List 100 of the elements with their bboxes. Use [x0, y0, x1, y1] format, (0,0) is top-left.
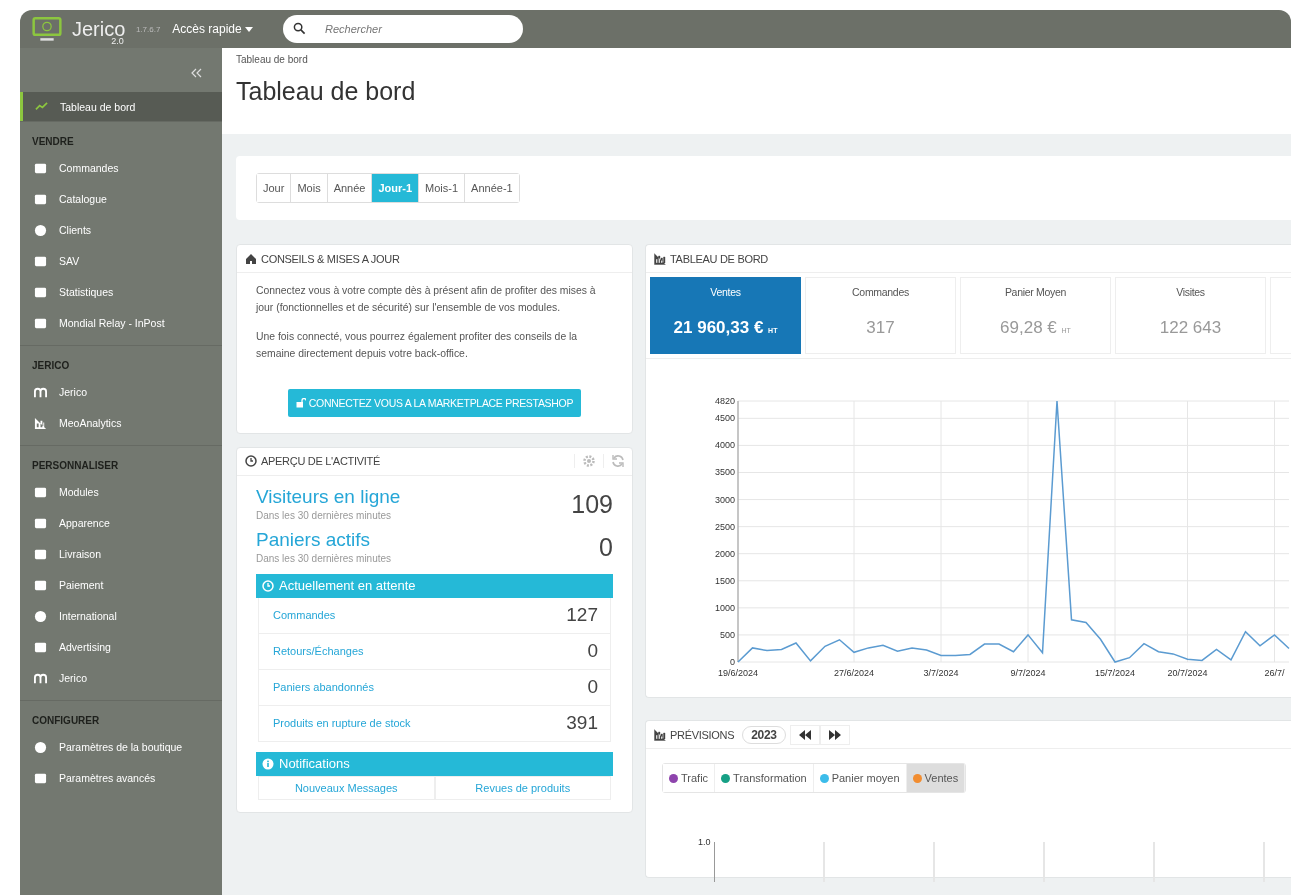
search-icon	[293, 22, 307, 35]
tips-paragraph: Une fois connecté, vous pourrez également profiter des conseils de la semaine directement depuis votre back-office.	[256, 330, 579, 361]
sidebar-item[interactable]: Mondial Relay - InPost	[20, 308, 222, 339]
panel-title: APERÇU DE L'ACTIVITÉ	[261, 455, 380, 468]
quick-access-menu[interactable]: Accès rapide	[172, 22, 254, 36]
y-tick-label: 3000	[714, 494, 735, 505]
info-icon	[262, 757, 274, 770]
y-tick-label: 1500	[714, 575, 735, 586]
double-left-icon	[798, 729, 811, 740]
pending-count: 391	[566, 712, 598, 735]
y-tick-label: 4000	[714, 440, 735, 451]
kpi-tile[interactable]: Visites 122 643	[1115, 277, 1266, 354]
unlock-icon	[295, 397, 306, 408]
sidebar-item[interactable]: Paiement	[20, 570, 222, 601]
stat-caption: Dans les 30 dernières minutes	[256, 552, 392, 564]
house-icon	[245, 252, 257, 265]
sidebar-item[interactable]: Jerico	[20, 377, 222, 408]
next-button[interactable]	[819, 724, 850, 745]
sidebar-item[interactable]: Livraison	[20, 539, 222, 570]
section-heading: VENDRE	[31, 136, 75, 147]
y-tick-label: 1.0	[698, 837, 711, 847]
clock-icon	[262, 579, 274, 592]
kpi-label: Commandes	[851, 286, 910, 298]
y-tick-label: 3500	[714, 467, 735, 478]
y-tick-label: 4820	[714, 396, 735, 406]
sidebar-item[interactable]: Apparence	[20, 508, 222, 539]
pending-count: 0	[587, 640, 598, 663]
period-button[interactable]: Jour-1	[372, 174, 420, 202]
sidebar-item[interactable]: Jerico	[20, 663, 222, 694]
section-heading: CONFIGURER	[31, 715, 101, 726]
panel-title: CONSEILS & MISES A JOUR	[261, 252, 400, 265]
y-tick-label: 500	[719, 629, 735, 640]
sidebar-item[interactable]: Statistiques	[20, 277, 222, 308]
double-right-icon	[828, 729, 841, 740]
search-field[interactable]: Rechercher	[283, 15, 524, 43]
y-tick-label: 1000	[714, 602, 735, 613]
x-tick-label: 15/7/2024	[1095, 668, 1135, 678]
panel-title: PRÉVISIONS	[670, 728, 735, 741]
pending-link[interactable]: Retours/Échanges	[273, 645, 364, 658]
stat-caption: Dans les 30 dernières minutes	[256, 509, 393, 521]
y-tick-label: 0	[730, 657, 735, 667]
pending-count: 0	[587, 676, 598, 699]
collapse-icon[interactable]	[190, 68, 202, 78]
kpi-tile[interactable]: Commandes 317	[805, 277, 956, 354]
section-title: Notifications	[279, 756, 350, 772]
pending-link[interactable]: Paniers abandonnés	[273, 681, 374, 694]
bar-chart-icon	[654, 728, 666, 741]
sidebar-item[interactable]: Tableau de bord	[20, 92, 222, 121]
sidebar-item[interactable]: International	[20, 601, 222, 632]
sidebar-item[interactable]: Paramètres de la boutique	[20, 732, 222, 763]
marketplace-button[interactable]: CONNECTEZ VOUS A LA MARKETPLACE PRESTASHOP	[287, 388, 582, 417]
sidebar-item[interactable]: Commandes	[20, 153, 222, 184]
section-heading: PERSONNALISER	[31, 460, 120, 471]
stat-label[interactable]: Visiteurs en ligne	[256, 485, 401, 508]
caret-icon	[245, 27, 254, 33]
notification-tab[interactable]: Nouveaux Messages	[258, 775, 435, 800]
x-tick-label: 26/7/	[1264, 668, 1285, 678]
pending-link[interactable]: Commandes	[273, 609, 336, 622]
x-tick-label: 19/6/2024	[718, 668, 758, 678]
stat-value: 0	[599, 532, 613, 562]
sidebar-item[interactable]: Modules	[20, 477, 222, 508]
version-number: 1.7.6.7	[135, 24, 161, 34]
sidebar-item[interactable]: MeoAnalytics	[20, 408, 222, 439]
logo-version: 2.0	[111, 36, 124, 46]
kpi-label: Visites	[1175, 286, 1206, 298]
stat-label[interactable]: Paniers actifs	[256, 528, 392, 551]
tips-paragraph: Connectez vous à votre compte dès à présent afin de profiter des mises à jour (fonctionnelles et de sécurité) sur l'ensemble de vos modules.	[256, 284, 597, 315]
y-tick-label: 2500	[714, 521, 735, 532]
period-button[interactable]: Jour	[257, 174, 292, 202]
section-title: Actuellement en attente	[279, 578, 416, 594]
monitor-logo-icon	[32, 16, 62, 42]
x-tick-label: 20/7/2024	[1167, 668, 1208, 678]
x-tick-label: 27/6/2024	[834, 668, 874, 678]
breadcrumb[interactable]: Tableau de bord	[236, 54, 1277, 65]
jerico-icon	[34, 672, 47, 685]
x-tick-label: 9/7/2024	[1010, 668, 1046, 678]
bar-chart-icon	[654, 252, 666, 265]
sidebar-item[interactable]: Clients	[20, 215, 222, 246]
page-title: Tableau de bord	[236, 77, 417, 106]
x-tick-label: 3/7/2024	[923, 668, 959, 678]
sidebar-item[interactable]: Advertising	[20, 632, 222, 663]
legend-toggle[interactable]: Ventes	[906, 764, 966, 792]
jerico-icon	[34, 386, 47, 399]
notification-tab[interactable]: Revues de produits	[434, 775, 611, 800]
previous-button[interactable]	[789, 724, 820, 745]
clock-icon	[245, 455, 257, 468]
stat-value: 109	[571, 489, 613, 519]
kpi-value: 122 643	[1158, 318, 1223, 338]
sidebar-item[interactable]: SAV	[20, 246, 222, 277]
y-tick-label: 4500	[714, 413, 735, 424]
y-tick-label: 2000	[714, 548, 735, 559]
sidebar-item[interactable]: Catalogue	[20, 184, 222, 215]
legend-toggle[interactable]: Trafic	[663, 764, 716, 792]
section-heading: JERICO	[31, 360, 71, 371]
sidebar-item[interactable]: Paramètres avancés	[20, 763, 222, 794]
kpi-label: Panier Moyen	[1003, 286, 1068, 298]
pending-link[interactable]: Produits en rupture de stock	[273, 717, 411, 730]
kpi-label: Ventes	[709, 286, 742, 298]
pending-count: 127	[566, 604, 598, 627]
bar-chart-icon	[34, 417, 47, 430]
